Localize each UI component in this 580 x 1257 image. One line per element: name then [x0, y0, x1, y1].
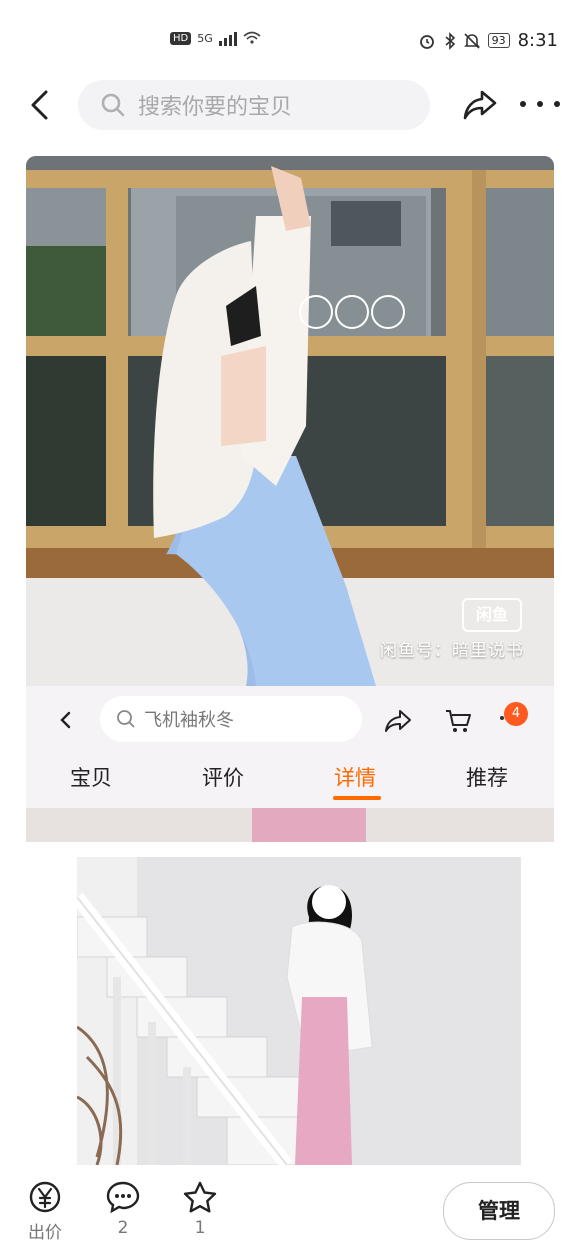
clock: 8:31 — [517, 30, 558, 51]
status-bar: HD 5G 93 8:31 — [0, 0, 580, 80]
inner-search-text: 飞机袖秋冬 — [144, 710, 234, 731]
comment-count: 2 — [117, 1218, 129, 1238]
pink-skirt-strip — [252, 808, 366, 842]
signal-icon — [218, 30, 237, 46]
seller-watermark: 闲鱼号：暗里说书 — [380, 641, 524, 661]
bottom-action-bar: 出价 2 1 管理 — [0, 1170, 580, 1257]
star-icon — [183, 1181, 217, 1213]
status-left: HD 5G — [170, 30, 261, 46]
inner-search-icon — [117, 710, 135, 728]
hd-indicator: HD — [170, 31, 192, 45]
product-photo-2-image — [77, 857, 521, 1165]
top-nav: 搜索你要的宝贝 — [0, 78, 580, 134]
favorite-button[interactable]: 1 — [175, 1180, 225, 1238]
product-photo[interactable]: 闲鱼 闲鱼号：暗里说书 — [26, 156, 554, 686]
search-input[interactable]: 搜索你要的宝贝 — [78, 80, 430, 130]
cart-badge: 4 — [504, 702, 528, 726]
comment-button[interactable]: 2 — [98, 1180, 148, 1238]
inner-share-icon — [385, 710, 411, 732]
yuan-offer-icon — [29, 1181, 61, 1213]
active-tab-indicator — [333, 796, 381, 800]
inner-tabs: 宝贝 评价 详情 推荐 — [26, 752, 554, 806]
xianyu-watermark: 闲鱼 — [462, 598, 522, 632]
wifi-icon — [243, 31, 261, 44]
battery-level: 93 — [487, 33, 510, 48]
inner-search-field: 飞机袖秋冬 — [100, 696, 362, 742]
favorite-count: 1 — [194, 1218, 206, 1238]
cart-icon — [446, 710, 471, 732]
manage-button[interactable]: 管理 — [443, 1182, 555, 1240]
mute-icon — [463, 32, 480, 49]
search-icon — [101, 93, 125, 117]
status-right: 93 8:31 — [418, 30, 558, 51]
comment-icon — [106, 1181, 140, 1214]
tab-tuijian: 推荐 — [466, 766, 508, 790]
photo-strip — [26, 808, 554, 842]
offer-button[interactable]: 出价 — [20, 1180, 70, 1243]
bluetooth-icon — [445, 31, 455, 50]
tab-xiangqing: 详情 — [334, 766, 376, 790]
embedded-app-header: 飞机袖秋冬 4 宝贝 评价 详情 推荐 — [26, 686, 554, 808]
tab-pingjia: 评价 — [202, 766, 244, 790]
network-type: 5G — [197, 31, 213, 45]
search-placeholder: 搜索你要的宝贝 — [138, 95, 293, 120]
inner-back-icon — [60, 711, 71, 729]
product-photo-2[interactable] — [77, 857, 521, 1165]
back-icon[interactable] — [24, 88, 58, 122]
share-icon[interactable] — [462, 86, 498, 122]
more-icon[interactable] — [520, 92, 560, 116]
tab-baobei: 宝贝 — [70, 766, 112, 790]
offer-label: 出价 — [28, 1223, 62, 1243]
alarm-icon — [419, 34, 434, 49]
